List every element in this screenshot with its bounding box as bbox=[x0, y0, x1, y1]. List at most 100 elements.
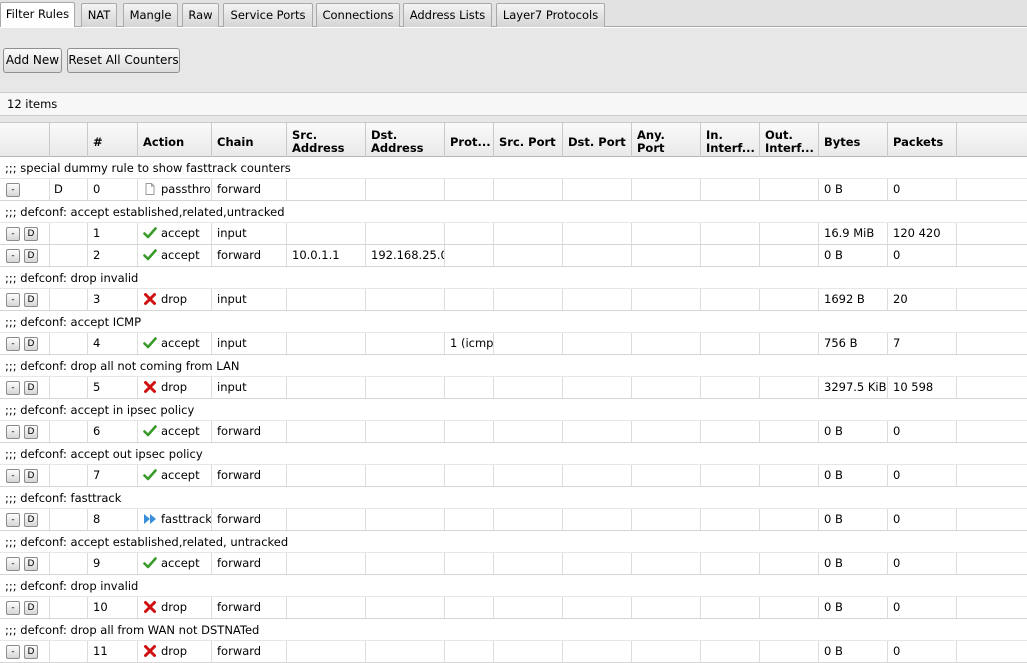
tab-mangle[interactable]: Mangle bbox=[123, 3, 178, 27]
accept-icon bbox=[143, 248, 157, 262]
details-button[interactable]: D bbox=[24, 249, 38, 263]
rule-in-interface bbox=[701, 421, 760, 442]
column-header-action[interactable]: Action bbox=[138, 123, 212, 157]
column-header-out-interface[interactable]: Out. Interf... bbox=[760, 123, 819, 157]
drop-icon bbox=[143, 600, 157, 614]
tab-nat[interactable]: NAT bbox=[81, 3, 117, 27]
column-header-packets[interactable]: Packets bbox=[888, 123, 957, 157]
rule-dst-address bbox=[366, 597, 445, 618]
details-button[interactable]: D bbox=[24, 557, 38, 571]
column-header-any-port[interactable]: Any. Port bbox=[632, 123, 701, 157]
rule-dst-port bbox=[563, 509, 632, 530]
column-header-chain[interactable]: Chain bbox=[212, 123, 287, 157]
rule-bytes: 16.9 MiB bbox=[819, 223, 888, 244]
table-row[interactable]: - D 7 accept forward 0 B0 bbox=[0, 465, 1027, 487]
disable-toggle-button[interactable]: - bbox=[6, 645, 20, 659]
column-header-src-port[interactable]: Src. Port bbox=[494, 123, 563, 157]
table-row[interactable]: - D 8 fasttrack forward 0 B0 bbox=[0, 509, 1027, 531]
rule-action-label: accept bbox=[161, 556, 200, 570]
rule-dst-port bbox=[563, 553, 632, 574]
details-button[interactable]: D bbox=[24, 381, 38, 395]
row-flags bbox=[50, 465, 88, 486]
table-row[interactable]: - D 6 accept forward 0 B0 bbox=[0, 421, 1027, 443]
row-controls: -D bbox=[0, 223, 50, 244]
row-filler bbox=[957, 641, 1027, 662]
table-row[interactable]: - D 11 drop forward 0 B0 bbox=[0, 641, 1027, 663]
rule-action-label: passthrough bbox=[161, 182, 211, 196]
rule-dst-address bbox=[366, 465, 445, 486]
row-controls: -D bbox=[0, 289, 50, 310]
rule-src-address bbox=[287, 553, 366, 574]
details-button[interactable]: D bbox=[24, 337, 38, 351]
row-controls: -D bbox=[0, 377, 50, 398]
rule-any-port bbox=[632, 465, 701, 486]
table-row[interactable]: -D0passthroughforward0 B0 bbox=[0, 179, 1027, 201]
table-row[interactable]: - D 1 accept input 16.9 MiB 120 420 bbox=[0, 223, 1027, 245]
rule-out-interface bbox=[760, 421, 819, 442]
details-button[interactable]: D bbox=[24, 645, 38, 659]
rule-dst-port bbox=[563, 597, 632, 618]
rule-protocol bbox=[445, 641, 494, 662]
column-header-bytes[interactable]: Bytes bbox=[819, 123, 888, 157]
rule-out-interface bbox=[760, 553, 819, 574]
row-flags: D bbox=[50, 179, 88, 200]
disable-toggle-button[interactable]: - bbox=[6, 227, 20, 241]
rule-bytes: 3297.5 KiB bbox=[819, 377, 888, 398]
rule-number: 7 bbox=[88, 465, 138, 486]
column-header-protocol[interactable]: Prot... bbox=[445, 123, 494, 157]
tab-address-lists[interactable]: Address Lists bbox=[403, 3, 492, 27]
details-button[interactable]: D bbox=[24, 513, 38, 527]
column-header-number[interactable]: # bbox=[88, 123, 138, 157]
rule-out-interface bbox=[760, 509, 819, 530]
rule-number: 8 bbox=[88, 509, 138, 530]
add-new-button[interactable]: Add New bbox=[3, 48, 62, 73]
rule-packets: 0 bbox=[888, 553, 957, 574]
disable-toggle-button[interactable]: - bbox=[6, 249, 20, 263]
tab-service-ports[interactable]: Service Ports bbox=[223, 3, 313, 27]
rule-chain: forward bbox=[212, 245, 287, 266]
rule-chain: forward bbox=[212, 465, 287, 486]
disable-toggle-button[interactable]: - bbox=[6, 601, 20, 615]
accept-icon bbox=[143, 556, 157, 570]
disable-toggle-button[interactable]: - bbox=[6, 337, 20, 351]
disable-toggle-button[interactable]: - bbox=[6, 293, 20, 307]
rule-bytes: 0 B bbox=[819, 553, 888, 574]
rule-src-port bbox=[494, 289, 563, 310]
disable-toggle-button[interactable]: - bbox=[6, 381, 20, 395]
disable-toggle-button[interactable]: - bbox=[6, 513, 20, 527]
details-button[interactable]: D bbox=[24, 227, 38, 241]
details-button[interactable]: D bbox=[24, 293, 38, 307]
rule-packets: 0 bbox=[888, 421, 957, 442]
tab-connections[interactable]: Connections bbox=[316, 3, 400, 27]
rule-comment: ;;; defconf: drop invalid bbox=[0, 575, 1027, 597]
details-button[interactable]: D bbox=[24, 469, 38, 483]
column-header-in-interface[interactable]: In. Interf... bbox=[701, 123, 760, 157]
table-row[interactable]: - D 5 drop input 3297.5 KiB 10 598 bbox=[0, 377, 1027, 399]
tab-raw[interactable]: Raw bbox=[182, 3, 219, 27]
passthrough-icon bbox=[143, 182, 157, 196]
table-row[interactable]: - D 10 drop forward 0 B0 bbox=[0, 597, 1027, 619]
rule-packets: 7 bbox=[888, 333, 957, 354]
rule-chain: input bbox=[212, 333, 287, 354]
table-row[interactable]: - D 9 accept forward 0 B0 bbox=[0, 553, 1027, 575]
column-header-dst-port[interactable]: Dst. Port bbox=[563, 123, 632, 157]
details-button[interactable]: D bbox=[24, 425, 38, 439]
column-header-src-address[interactable]: Src. Address bbox=[287, 123, 366, 157]
reset-all-counters-button[interactable]: Reset All Counters bbox=[67, 48, 180, 73]
rule-comment: ;;; defconf: accept ICMP bbox=[0, 311, 1027, 333]
table-row[interactable]: - D 2 accept forward 10.0.1.1 192.168.25.0 0 B0 bbox=[0, 245, 1027, 267]
tab-layer7-protocols[interactable]: Layer7 Protocols bbox=[496, 3, 605, 27]
rule-dst-port bbox=[563, 465, 632, 486]
rule-chain: forward bbox=[212, 641, 287, 662]
disable-toggle-button[interactable]: - bbox=[6, 183, 20, 197]
rule-any-port bbox=[632, 597, 701, 618]
details-button[interactable]: D bbox=[24, 601, 38, 615]
disable-toggle-button[interactable]: - bbox=[6, 469, 20, 483]
table-row[interactable]: - D 3 drop input 1692 B 20 bbox=[0, 289, 1027, 311]
rule-src-port bbox=[494, 333, 563, 354]
column-header-dst-address[interactable]: Dst. Address bbox=[366, 123, 445, 157]
disable-toggle-button[interactable]: - bbox=[6, 425, 20, 439]
disable-toggle-button[interactable]: - bbox=[6, 557, 20, 571]
tab-filter-rules[interactable]: Filter Rules bbox=[0, 2, 75, 27]
table-row[interactable]: - D 4 accept input 1 (icmp) 756 B7 bbox=[0, 333, 1027, 355]
